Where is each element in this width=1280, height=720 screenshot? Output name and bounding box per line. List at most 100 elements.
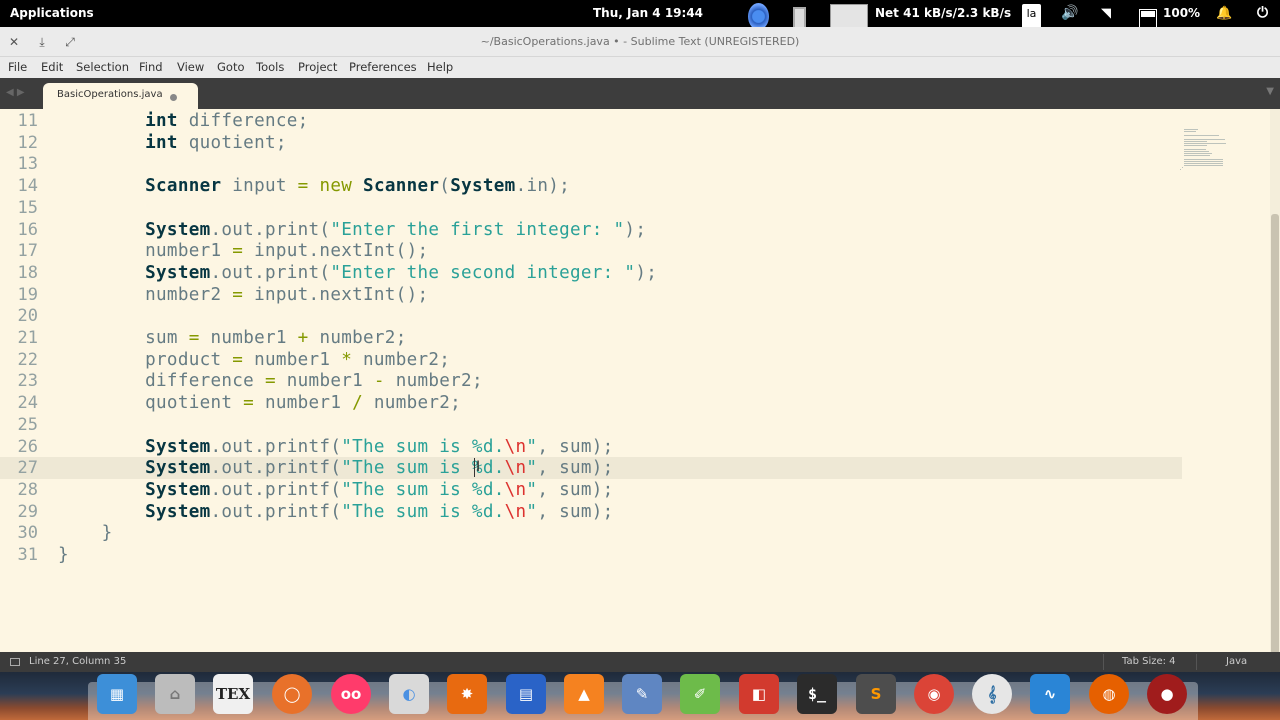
line-number: 12 [17, 132, 38, 153]
minimap-line [1184, 155, 1211, 156]
sublime-icon[interactable]: S [856, 674, 896, 714]
code-line[interactable]: difference = number1 - number2; [58, 370, 483, 392]
code-line[interactable]: System.out.printf("The sum is %d.\n", su… [58, 436, 614, 458]
firefox-icon[interactable]: ◍ [1089, 674, 1129, 714]
flickr-icon[interactable]: oo [331, 674, 371, 714]
panel-toggle-icon[interactable] [10, 658, 20, 666]
line-number: 23 [17, 371, 38, 392]
tab-scroll-arrows-icon[interactable]: ◀ ▶ [6, 87, 25, 98]
tab-list-icon[interactable]: ▼ [1266, 86, 1274, 97]
line-number: 24 [17, 393, 38, 414]
menu-help[interactable]: Help [427, 60, 453, 74]
draw-icon[interactable]: ✐ [680, 674, 720, 714]
chrome-indicator-icon[interactable] [748, 3, 769, 30]
menu-edit[interactable]: Edit [41, 60, 63, 74]
cursor-position: Line 27, Column 35 [29, 656, 127, 667]
menu-find[interactable]: Find [139, 60, 163, 74]
code-line[interactable]: sum = number1 + number2; [58, 327, 407, 349]
line-number: 31 [17, 545, 38, 565]
code-line[interactable]: System.out.printf("The sum is %d.\n", su… [58, 479, 614, 501]
menu-goto[interactable]: Goto [217, 60, 245, 74]
line-number: 21 [17, 328, 38, 348]
code-editor[interactable]: 11 12 13 14 15 16 17 18 19 20 21 22 23 24 25 26 27 28 29 30… [0, 109, 1280, 652]
code-line[interactable]: number1 = input.nextInt(); [58, 240, 428, 262]
files-icon[interactable]: ⌂ [155, 674, 195, 714]
menu-bar: File Edit Selection Find View Goto Tools… [0, 57, 1280, 78]
code-line[interactable]: Scanner input = new Scanner(System.in); [58, 175, 570, 197]
ubuntu-icon[interactable]: ◯ [272, 674, 312, 714]
line-number: 30 [17, 523, 38, 544]
minimap-line [1182, 167, 1183, 168]
clock[interactable]: Thu, Jan 4 19:44 [593, 0, 703, 27]
status-divider [1103, 654, 1104, 670]
terminal-icon[interactable]: $_ [797, 674, 837, 714]
minimap-line [1184, 135, 1220, 136]
app-icon[interactable]: ● [1147, 674, 1187, 714]
line-number: 18 [17, 262, 38, 283]
musescore-icon[interactable]: 𝄞 [972, 674, 1012, 714]
ibeam-cursor-icon: I [476, 459, 481, 475]
minimap-line [1184, 165, 1223, 166]
tab-size[interactable]: Tab Size: 4 [1122, 656, 1176, 667]
minimap-line [1184, 129, 1198, 130]
line-number: 22 [17, 349, 38, 370]
minimap-line [1180, 169, 1181, 170]
notification-bell-icon[interactable]: 🔔 [1216, 0, 1232, 27]
applications-menu[interactable]: Applications [10, 0, 94, 27]
status-divider [1196, 654, 1197, 670]
code-line[interactable]: System.out.printf("The sum is %d.\n", su… [58, 501, 614, 523]
burst-icon[interactable]: ✸ [447, 674, 487, 714]
line-number: 19 [17, 284, 38, 305]
menu-preferences[interactable]: Preferences [349, 60, 417, 74]
menu-view[interactable]: View [177, 60, 204, 74]
top-panel: Applications Thu, Jan 4 19:44 Net 41 kB/… [0, 0, 1280, 36]
desktop-icon[interactable]: ▦ [97, 674, 137, 714]
volume-icon[interactable]: 🔊 [1061, 0, 1078, 27]
wifi-icon[interactable]: ◥ [1101, 0, 1111, 27]
toggle-icon[interactable]: ◐ [389, 674, 429, 714]
menu-tools[interactable]: Tools [256, 60, 284, 74]
minimap-line [1184, 153, 1212, 154]
code-line[interactable]: int difference; [58, 110, 309, 132]
line-number: 26 [17, 436, 38, 457]
code-line[interactable]: } [58, 544, 69, 566]
tab-bar: ◀ ▶ BasicOperations.java ▼ [0, 78, 1280, 109]
minimap-line [1184, 161, 1223, 162]
document-icon[interactable]: ▤ [506, 674, 546, 714]
line-number: 29 [17, 501, 38, 522]
vlc-icon[interactable]: ▲ [564, 674, 604, 714]
code-line[interactable]: System.out.printf("The sum is %d.\n", su… [52, 457, 1182, 480]
power-icon[interactable]: ⏻ [1257, 0, 1268, 27]
line-number: 11 [17, 111, 38, 131]
tex-icon[interactable]: TEX [213, 674, 253, 714]
unsaved-dot-icon[interactable] [170, 94, 177, 101]
status-bar: Line 27, Column 35 Tab Size: 4 Java [0, 652, 1280, 672]
pen-icon[interactable]: ✎ [622, 674, 662, 714]
code-line[interactable]: } [58, 522, 113, 544]
line-number: 13 [17, 154, 38, 175]
scrollbar-thumb[interactable] [1271, 214, 1279, 652]
tab-label: BasicOperations.java [57, 89, 163, 100]
code-line[interactable]: int quotient; [58, 132, 287, 154]
text-caret [474, 458, 475, 477]
menu-selection[interactable]: Selection [76, 60, 129, 74]
line-number: 15 [17, 197, 38, 218]
code-line[interactable]: product = number1 * number2; [58, 349, 450, 371]
network-speed[interactable]: Net 41 kB/s/2.3 kB/s [875, 0, 1011, 27]
code-line[interactable]: System.out.print("Enter the second integ… [58, 262, 657, 284]
minimap-line [1184, 159, 1223, 160]
minimap[interactable] [1172, 111, 1234, 171]
chrome-icon[interactable]: ◉ [914, 674, 954, 714]
syntax-selector[interactable]: Java [1226, 656, 1247, 667]
tab-basicoperations[interactable]: BasicOperations.java [43, 83, 198, 109]
code-line[interactable]: quotient = number1 / number2; [58, 392, 461, 414]
monitor-icon[interactable]: ∿ [1030, 674, 1070, 714]
menu-file[interactable]: File [8, 60, 27, 74]
pdf-icon[interactable]: ◧ [739, 674, 779, 714]
code-line[interactable]: System.out.print("Enter the first intege… [58, 219, 646, 241]
menu-project[interactable]: Project [298, 60, 337, 74]
vertical-scrollbar[interactable] [1270, 109, 1280, 652]
battery-level[interactable]: 100% [1163, 0, 1200, 27]
line-number: 25 [17, 414, 38, 435]
code-line[interactable]: number2 = input.nextInt(); [58, 284, 428, 306]
